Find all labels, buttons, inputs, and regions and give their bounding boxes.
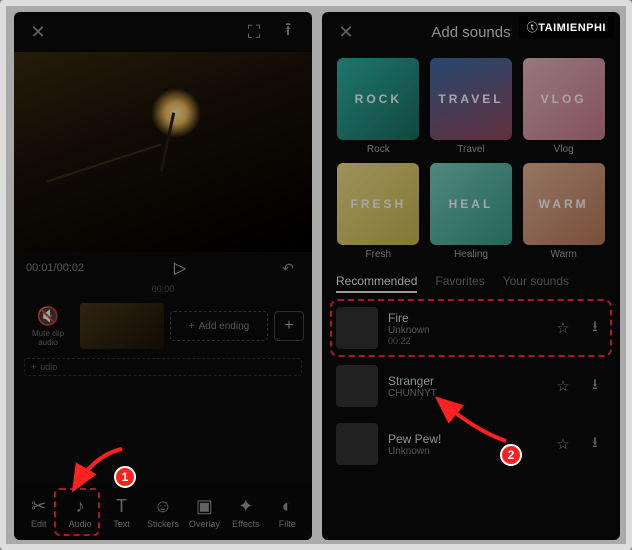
filter-icon: ◐ — [267, 496, 308, 517]
fullscreen-icon[interactable]: ⛶ — [242, 22, 266, 43]
add-audio-track[interactable]: +udio — [24, 358, 302, 376]
category-travel[interactable]: TRAVELTravel — [429, 58, 514, 155]
category-rock[interactable]: ROCKRock — [336, 58, 421, 155]
tool-filter[interactable]: ◐Filte — [267, 496, 308, 529]
music-note-icon: ♪ — [59, 496, 100, 517]
song-artwork — [336, 365, 378, 407]
watermark-logo: ⓣTAIMIENPHI — [519, 16, 614, 38]
undo-icon[interactable]: ↶ — [276, 260, 300, 277]
sticker-icon: ☺ — [142, 496, 183, 517]
mute-clip-button[interactable]: 🔇Mute clip audio — [22, 306, 74, 347]
song-name: Pew Pew! — [388, 432, 542, 446]
play-button[interactable]: ▷ — [174, 258, 186, 278]
bottom-toolbar: ✂Edit ♪Audio TText ☺Stickers ▣Overlay ✦E… — [14, 484, 312, 540]
song-duration: 00:22 — [388, 336, 542, 346]
favorite-icon[interactable]: ☆ — [552, 435, 574, 453]
song-row[interactable]: Fire Unknown 00:22 ☆ ⭳ — [330, 299, 612, 357]
song-artwork — [336, 423, 378, 465]
song-name: Fire — [388, 311, 542, 325]
favorite-icon[interactable]: ☆ — [552, 377, 574, 395]
favorite-icon[interactable]: ☆ — [552, 319, 574, 337]
editor-screen: ✕ ⛶ ⭱ 00:01/00:02 ▷ ↶ 00:00 🔇Mute clip a… — [14, 12, 312, 540]
timeline-ruler: 00:00 — [14, 284, 312, 298]
song-name: Stranger — [388, 374, 542, 388]
tab-recommended[interactable]: Recommended — [336, 274, 417, 293]
tool-effects[interactable]: ✦Effects — [225, 496, 266, 529]
song-artist: CHUNNYT — [388, 388, 542, 399]
category-fresh[interactable]: FRESHFresh — [336, 163, 421, 260]
song-row[interactable]: Stranger CHUNNYT ☆ ⭳ — [332, 357, 610, 415]
category-vlog[interactable]: VLOGVlog — [521, 58, 606, 155]
add-clip-button[interactable]: + — [274, 311, 304, 341]
song-list: Fire Unknown 00:22 ☆ ⭳ Stranger CHUNNYT … — [322, 299, 620, 473]
video-clip[interactable] — [80, 303, 164, 349]
effects-icon: ✦ — [225, 496, 266, 517]
callout-badge-2: 2 — [500, 444, 522, 466]
close-icon[interactable]: ✕ — [26, 22, 50, 43]
add-ending-button[interactable]: +Add ending — [170, 311, 268, 341]
export-icon[interactable]: ⭱ — [276, 17, 300, 47]
plus-icon: + — [189, 321, 195, 332]
close-icon[interactable]: ✕ — [334, 22, 358, 43]
text-icon: T — [101, 496, 142, 517]
tool-edit[interactable]: ✂Edit — [18, 496, 59, 529]
tool-text[interactable]: TText — [101, 496, 142, 529]
sound-tabs: Recommended Favorites Your sounds — [322, 264, 620, 299]
tab-your-sounds[interactable]: Your sounds — [503, 274, 569, 293]
song-row[interactable]: Pew Pew! Unknown ☆ ⭳ — [332, 415, 610, 473]
category-healing[interactable]: HEALHealing — [429, 163, 514, 260]
callout-badge-1: 1 — [114, 466, 136, 488]
tool-audio[interactable]: ♪Audio — [59, 496, 100, 529]
download-icon[interactable]: ⭳ — [584, 432, 606, 457]
time-readout: 00:01/00:02 — [26, 262, 84, 274]
download-icon[interactable]: ⭳ — [584, 374, 606, 399]
mute-icon: 🔇 — [22, 306, 74, 327]
tool-overlay[interactable]: ▣Overlay — [184, 496, 225, 529]
scissors-icon: ✂ — [18, 496, 59, 517]
category-grid: ROCKRock TRAVELTravel VLOGVlog FRESHFres… — [322, 52, 620, 264]
song-artist: Unknown — [388, 325, 542, 336]
tab-favorites[interactable]: Favorites — [435, 274, 484, 293]
add-sounds-screen: ✕ Add sounds ROCKRock TRAVELTravel VLOGV… — [322, 12, 620, 540]
overlay-icon: ▣ — [184, 496, 225, 517]
tool-stickers[interactable]: ☺Stickers — [142, 496, 183, 529]
category-warm[interactable]: WARMWarm — [521, 163, 606, 260]
video-preview[interactable] — [14, 52, 312, 252]
song-artwork — [336, 307, 378, 349]
download-icon[interactable]: ⭳ — [584, 316, 606, 341]
